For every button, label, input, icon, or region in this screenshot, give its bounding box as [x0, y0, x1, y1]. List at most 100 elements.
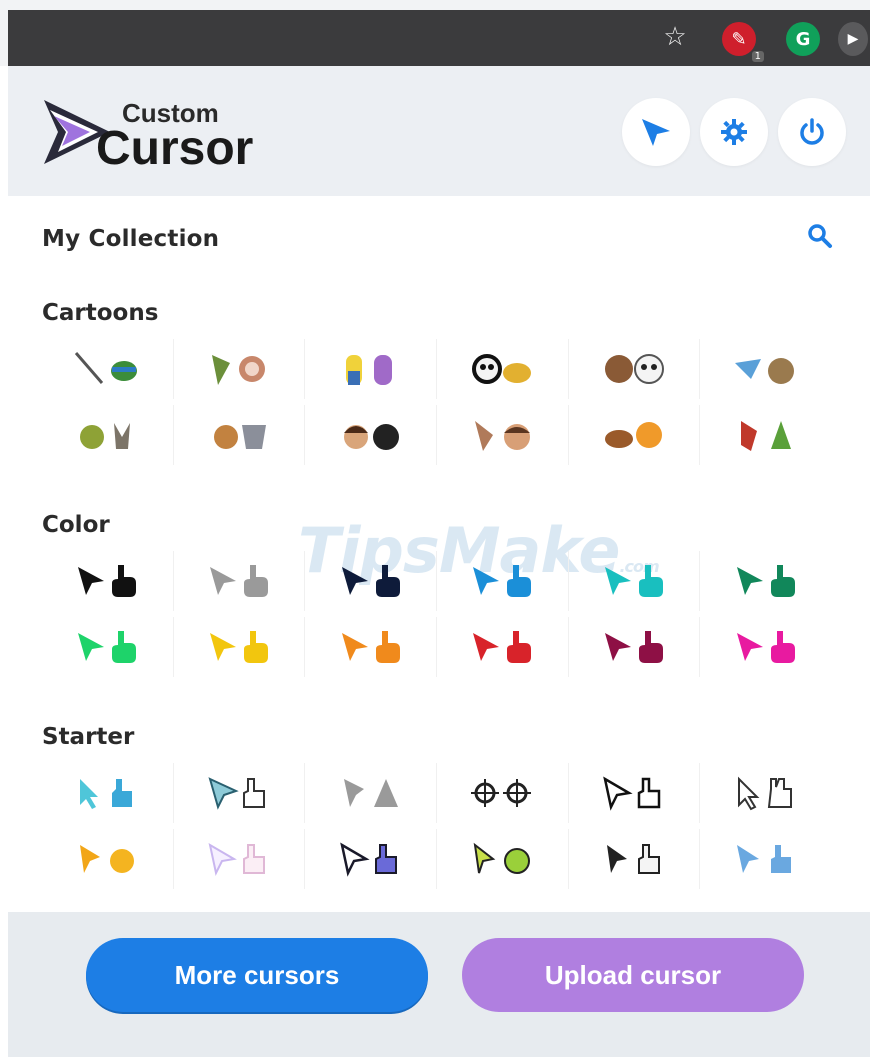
cursor-pack-color-1[interactable] — [42, 551, 174, 611]
color-cursor-icon — [341, 565, 400, 597]
cursor-pack-color-8[interactable] — [174, 617, 306, 677]
starter-row-2 — [42, 826, 832, 892]
starter-row-1 — [42, 760, 832, 826]
cursor-pack-starter-11[interactable] — [569, 829, 701, 889]
cursor-pack-starter-7[interactable] — [42, 829, 174, 889]
section-title-cartoons: Cartoons — [42, 300, 159, 326]
color-cursor-icon — [78, 631, 137, 663]
cursor-pack-color-3[interactable] — [305, 551, 438, 611]
cursor-pack-starter-2[interactable] — [174, 763, 306, 823]
hand-cursor-shape — [771, 565, 796, 597]
cursor-pack-color-11[interactable] — [569, 617, 701, 677]
cartoons-row-2 — [42, 402, 832, 468]
color-row-2 — [42, 614, 832, 680]
extension-badge: 1 — [751, 51, 764, 62]
hand-cursor-shape — [639, 565, 664, 597]
cursor-pack-starter-9[interactable] — [305, 829, 438, 889]
color-cursor-icon — [605, 565, 664, 597]
extension-custom-cursor-icon[interactable]: ▶ — [838, 22, 868, 56]
popup-footer: More cursors Upload cursor — [8, 912, 870, 1057]
cartoon-cursor-icon — [345, 355, 392, 385]
starter-cursor-icon — [208, 777, 265, 810]
starter-cursor-icon — [738, 776, 793, 811]
starter-cursor-icon — [737, 845, 792, 873]
cursor-pack-starter-8[interactable] — [174, 829, 306, 889]
cursor-pack-color-4[interactable] — [437, 551, 569, 611]
starter-cursor-icon — [339, 842, 397, 877]
cartoon-cursor-icon — [605, 422, 663, 448]
color-cursor-icon — [605, 631, 664, 663]
cartoons-grid — [42, 336, 832, 468]
cursor-pack-starter-6[interactable] — [700, 763, 832, 823]
search-icon — [808, 224, 832, 248]
cursor-pack-starter-4[interactable] — [437, 763, 569, 823]
starter-cursor-icon — [474, 842, 531, 874]
search-button[interactable] — [804, 220, 836, 252]
extension-red-glyph: ✎ — [731, 28, 747, 50]
arrow-cursor-shape — [473, 567, 500, 595]
cursor-pack-cartoon-8[interactable] — [174, 405, 306, 465]
cartoon-cursor-icon — [605, 354, 665, 384]
arrow-cursor-shape — [737, 567, 764, 595]
hand-cursor-shape — [244, 565, 268, 597]
cursor-pack-cartoon-10[interactable] — [437, 405, 569, 465]
power-button[interactable] — [778, 98, 846, 166]
arrow-cursor-shape — [210, 567, 236, 595]
cursor-pack-starter-10[interactable] — [437, 829, 569, 889]
cursor-pack-starter-3[interactable] — [305, 763, 438, 823]
cursor-pack-starter-1[interactable] — [42, 763, 174, 823]
cursor-pack-cartoon-12[interactable] — [700, 405, 832, 465]
cursor-pack-cartoon-11[interactable] — [569, 405, 701, 465]
color-cursor-icon — [737, 631, 796, 663]
cursor-pack-starter-12[interactable] — [700, 829, 832, 889]
color-row-1 — [42, 548, 832, 614]
custom-cursor-logo: Custom Cursor — [44, 98, 253, 172]
cursor-pack-color-2[interactable] — [174, 551, 306, 611]
color-cursor-icon — [210, 565, 268, 597]
power-icon — [800, 118, 824, 145]
starter-cursor-icon — [80, 845, 135, 873]
color-cursor-icon — [78, 565, 137, 597]
upload-cursor-button[interactable]: Upload cursor — [462, 938, 804, 1012]
cursor-pack-cartoon-4[interactable] — [437, 339, 569, 399]
cursor-pack-cartoon-7[interactable] — [42, 405, 174, 465]
cursor-pack-color-12[interactable] — [700, 617, 832, 677]
cartoon-cursor-icon — [80, 423, 131, 449]
cursor-pack-cartoon-5[interactable] — [569, 339, 701, 399]
settings-button[interactable] — [700, 98, 768, 166]
arrow-cursor-shape — [605, 567, 632, 595]
cursor-pack-color-6[interactable] — [700, 551, 832, 611]
cursor-pack-cartoon-2[interactable] — [174, 339, 306, 399]
starter-cursor-icon — [343, 779, 398, 807]
section-title-color: Color — [42, 512, 110, 538]
logo-text-cursor: Cursor — [96, 122, 253, 172]
cursor-mode-button[interactable] — [622, 98, 690, 166]
more-cursors-button[interactable]: More cursors — [86, 938, 428, 1012]
cursor-pack-cartoon-6[interactable] — [700, 339, 832, 399]
cursor-pack-cartoon-1[interactable] — [42, 339, 174, 399]
cursor-pack-color-5[interactable] — [569, 551, 701, 611]
section-title-starter: Starter — [42, 724, 135, 750]
cartoon-cursor-icon — [741, 421, 792, 451]
cartoons-row-1 — [42, 336, 832, 402]
starter-cursor-icon — [208, 842, 265, 876]
cursor-pack-color-7[interactable] — [42, 617, 174, 677]
cursor-pack-cartoon-3[interactable] — [305, 339, 438, 399]
starter-cursor-icon — [471, 779, 532, 807]
color-cursor-icon — [210, 631, 268, 663]
cursor-pack-color-10[interactable] — [437, 617, 569, 677]
cursor-pack-starter-5[interactable] — [569, 763, 701, 823]
extension-grammarly-icon[interactable]: G — [786, 22, 820, 56]
cursor-pack-cartoon-9[interactable] — [305, 405, 438, 465]
hand-cursor-shape — [375, 565, 400, 597]
cartoon-cursor-icon — [212, 355, 265, 385]
bookmark-star-icon[interactable]: ☆ — [658, 20, 692, 54]
arrow-cursor-shape — [473, 633, 500, 661]
extension-red-icon[interactable]: ✎ 1 — [722, 22, 764, 62]
cursor-icon — [642, 119, 670, 146]
hand-cursor-shape — [112, 631, 137, 663]
cartoon-cursor-icon — [475, 421, 531, 451]
cursor-pack-color-9[interactable] — [305, 617, 438, 677]
color-cursor-icon — [737, 565, 796, 597]
my-collection-title: My Collection — [42, 226, 220, 252]
